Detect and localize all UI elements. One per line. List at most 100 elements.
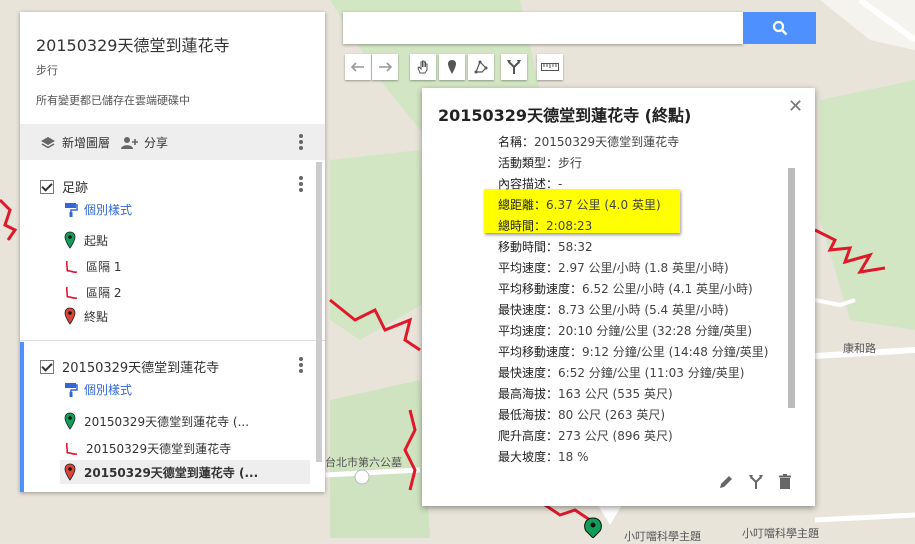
directions-icon: [507, 60, 521, 74]
attribute-key: 平均移動速度：: [498, 282, 583, 296]
attribute-key: 最高海拔：: [498, 387, 559, 401]
layer-item-segment-1[interactable]: 區隔 1: [64, 258, 121, 275]
draw-line-icon: [474, 60, 488, 74]
attribute-value: 58:32: [558, 240, 593, 254]
attribute-value: 步行: [558, 156, 583, 170]
directions-icon[interactable]: [748, 474, 764, 490]
popup-attribute-row: 總距離：6.37 公里 (4.0 英里): [498, 195, 788, 216]
popup-attribute-row: 內容描述：-: [498, 174, 788, 195]
paint-roller-icon: [65, 202, 78, 217]
attribute-value: 6.52 公里/小時 (4.1 英里/小時): [582, 282, 753, 296]
attribute-key: 最快速度：: [498, 303, 559, 317]
popup-attributes: 名稱：20150329天德堂到蓮花寺 活動類型：步行 內容描述：- 總距離：6.37 …: [498, 132, 788, 468]
layer-item-label: 終點: [84, 309, 109, 324]
layer-checkbox-2[interactable]: [40, 359, 54, 374]
panel-scrollbar[interactable]: [316, 162, 322, 462]
layer-style-link-1[interactable]: 個別樣式: [64, 201, 132, 218]
layer-item-end[interactable]: 終點: [64, 307, 108, 325]
attribute-key: 平均速度：: [498, 261, 559, 275]
popup-attribute-row: 最快速度：6:52 分鐘/公里 (11:03 分鐘/英里): [498, 363, 788, 384]
map-title[interactable]: 20150329天德堂到蓮花寺: [36, 32, 229, 56]
map-label-park: 小叮噹科學主題: [624, 530, 701, 543]
attribute-value: 18 %: [558, 450, 589, 464]
attribute-value: 2:08:23: [546, 219, 593, 233]
layer-menu-icon-1[interactable]: [299, 176, 303, 192]
ruler-icon: [541, 63, 559, 71]
map-description[interactable]: 步行: [36, 62, 58, 78]
route-segment-icon: [65, 286, 78, 299]
popup-attribute-row: 最大坡度：18 %: [498, 447, 788, 468]
popup-attribute-row: 平均速度：20:10 分鐘/公里 (32:28 分鐘/英里): [498, 321, 788, 342]
share-label: 分享: [144, 136, 169, 150]
popup-actions: [718, 474, 792, 490]
add-layer-button[interactable]: 新增圖層: [40, 134, 110, 151]
attribute-value: 20150329天德堂到蓮花寺: [534, 135, 680, 149]
attribute-value: 273 公尺 (896 英尺): [558, 429, 673, 443]
layer-item-end-2-selected[interactable]: 20150329天德堂到蓮花寺 (...: [60, 460, 310, 484]
layer-item-label: 20150329天德堂到蓮花寺 (...: [84, 414, 250, 429]
paint-roller-icon: [65, 382, 78, 397]
share-button[interactable]: 分享: [120, 134, 168, 151]
style-link-label-2: 個別樣式: [84, 383, 133, 397]
popup-scrollbar[interactable]: [788, 168, 795, 408]
attribute-value: 9:12 分鐘/公里 (14:48 分鐘/英里): [582, 345, 769, 359]
map-panel: 20150329天德堂到蓮花寺 步行 所有變更都已儲存在雲端硬碟中 新增圖層 分…: [20, 12, 325, 492]
search-input[interactable]: [343, 12, 743, 44]
attribute-value: 20:10 分鐘/公里 (32:28 分鐘/英里): [558, 324, 753, 338]
save-status: 所有變更都已儲存在雲端硬碟中: [36, 94, 190, 107]
attribute-value: 6:52 分鐘/公里 (11:03 分鐘/英里): [558, 366, 745, 380]
attribute-key: 總時間：: [498, 219, 547, 233]
pan-tool-button[interactable]: [410, 54, 436, 80]
layer-item-label: 20150329天德堂到蓮花寺: [86, 442, 232, 456]
add-marker-button[interactable]: [439, 54, 465, 80]
layer-style-link-2[interactable]: 個別樣式: [64, 381, 132, 398]
search-button[interactable]: [743, 12, 816, 44]
popup-attribute-row: 最高海拔：163 公尺 (535 英尺): [498, 384, 788, 405]
redo-button[interactable]: [372, 54, 398, 80]
layer-header-1[interactable]: 足跡: [40, 177, 88, 196]
popup-attribute-row: 平均移動速度：6.52 公里/小時 (4.1 英里/小時): [498, 279, 788, 300]
draw-line-button[interactable]: [468, 54, 494, 80]
attribute-value: 163 公尺 (535 英尺): [558, 387, 673, 401]
popup-attribute-row: 平均速度：2.97 公里/小時 (1.8 英里/小時): [498, 258, 788, 279]
marker-icon: [448, 60, 456, 74]
popup-attribute-row: 活動類型：步行: [498, 153, 788, 174]
popup-attribute-row: 移動時間：58:32: [498, 237, 788, 258]
attribute-key: 內容描述：: [498, 177, 559, 191]
layer-name-1[interactable]: 足跡: [62, 177, 88, 196]
panel-menu-icon[interactable]: [299, 134, 303, 150]
attribute-value: 8.73 公里/小時 (5.4 英里/小時): [558, 303, 729, 317]
attribute-value: 80 公尺 (263 英尺): [558, 408, 665, 422]
attribute-key: 爬升高度：: [498, 429, 559, 443]
layer-header-2[interactable]: 20150329天德堂到蓮花寺: [40, 357, 219, 376]
edit-icon[interactable]: [718, 474, 734, 490]
close-icon[interactable]: ✕: [788, 96, 803, 117]
layer-checkbox-1[interactable]: [40, 179, 54, 194]
measure-button[interactable]: [537, 54, 563, 80]
attribute-key: 移動時間：: [498, 240, 559, 254]
map-label-park-2: 小叮噹科學主題: [742, 527, 819, 540]
attribute-key: 平均移動速度：: [498, 345, 583, 359]
redo-icon: [379, 62, 392, 72]
popup-title: 20150329天德堂到蓮花寺 (終點): [438, 106, 692, 125]
undo-button[interactable]: [345, 54, 371, 80]
red-pin-icon: [64, 307, 76, 325]
layer-item-start[interactable]: 起點: [64, 231, 108, 249]
popup-attribute-row: 名稱：20150329天德堂到蓮花寺: [498, 132, 788, 153]
popup-attribute-row: 平均移動速度：9:12 分鐘/公里 (14:48 分鐘/英里): [498, 342, 788, 363]
red-pin-icon: [64, 463, 76, 481]
layer-name-2[interactable]: 20150329天德堂到蓮花寺: [62, 357, 219, 376]
delete-icon[interactable]: [778, 474, 792, 490]
map-label-cemetery: 台北市第六公墓: [325, 456, 402, 469]
layer-menu-icon-2[interactable]: [299, 357, 303, 373]
attribute-key: 平均速度：: [498, 324, 559, 338]
layer-item-label: 區隔 1: [86, 260, 122, 274]
active-layer-indicator: [20, 342, 24, 492]
attribute-key: 最大坡度：: [498, 450, 559, 464]
layer-item-segment-2[interactable]: 區隔 2: [64, 284, 121, 301]
directions-button[interactable]: [501, 54, 527, 80]
popup-attribute-row: 最低海拔：80 公尺 (263 英尺): [498, 405, 788, 426]
layer-item-start-2[interactable]: 20150329天德堂到蓮花寺 (...: [64, 412, 249, 430]
layer-item-route[interactable]: 20150329天德堂到蓮花寺: [64, 440, 231, 457]
attribute-value: 2.97 公里/小時 (1.8 英里/小時): [558, 261, 729, 275]
